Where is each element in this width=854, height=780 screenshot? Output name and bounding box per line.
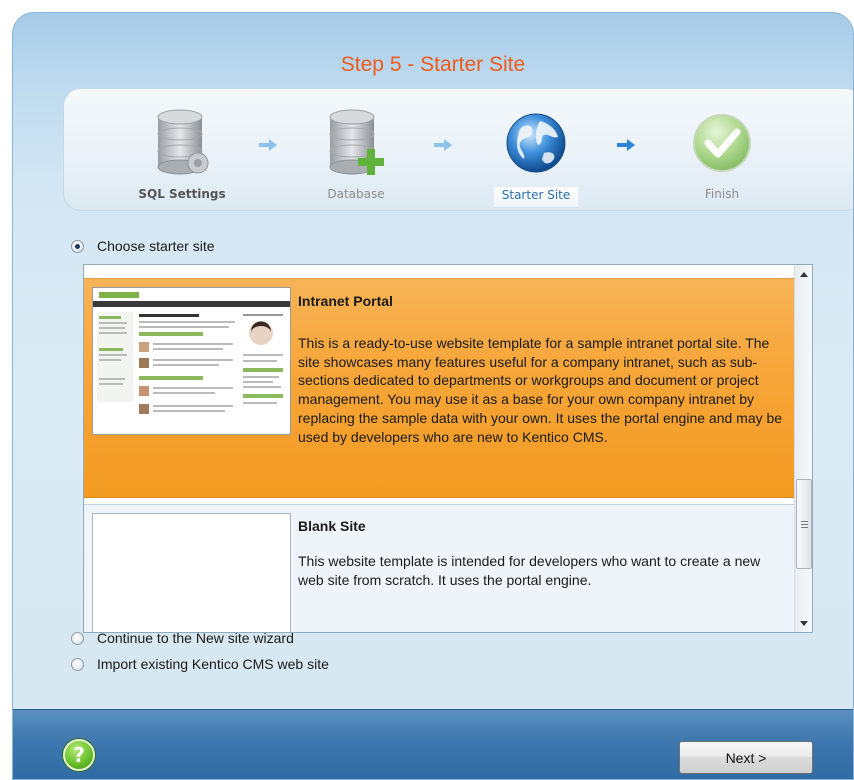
scroll-down-button[interactable] — [795, 614, 812, 632]
step-label: SQL Settings — [138, 187, 226, 201]
step-label: Starter Site — [476, 187, 596, 208]
radio-button[interactable] — [71, 657, 84, 671]
site-description: This website template is intended for de… — [298, 553, 761, 588]
database-gear-icon — [157, 109, 209, 175]
starter-site-list[interactable]: Intranet Portal This is a ready-to-use w… — [83, 264, 813, 633]
step-label: Database — [327, 187, 385, 201]
site-name: Blank Site — [298, 518, 366, 534]
new-site-wizard-option[interactable]: Continue to the New site wizard — [71, 630, 294, 646]
arrow-right-icon — [259, 139, 277, 151]
next-button[interactable]: Next > — [679, 741, 813, 774]
database-add-icon — [329, 109, 384, 175]
question-icon[interactable]: ? — [63, 739, 95, 771]
grip-icon — [800, 520, 808, 528]
wizard-footer: ? Next > — [13, 709, 853, 779]
option-label: Import existing Kentico CMS web site — [97, 656, 329, 672]
step-database: Database — [296, 89, 416, 212]
site-thumbnail — [92, 287, 291, 435]
wizard-window: Step 5 - Starter Site SQL Settings Datab… — [12, 12, 854, 780]
step-starter-site: Starter Site — [476, 89, 596, 212]
site-name: Intranet Portal — [298, 293, 393, 309]
globe-icon — [506, 113, 566, 173]
option-label: Continue to the New site wizard — [97, 630, 294, 646]
wizard-title: Step 5 - Starter Site — [340, 53, 526, 76]
site-item-blank-site[interactable]: Blank Site This website template is inte… — [84, 504, 795, 632]
arrow-right-icon — [617, 139, 635, 151]
step-sql-settings: SQL Settings — [122, 89, 242, 212]
choose-starter-site-option[interactable]: Choose starter site — [71, 238, 215, 254]
scroll-up-button[interactable] — [795, 265, 812, 283]
option-label: Choose starter site — [97, 238, 215, 254]
step-label: Finish — [704, 187, 740, 201]
help-glyph: ? — [73, 743, 85, 767]
radio-button[interactable] — [71, 631, 84, 645]
site-thumbnail — [92, 513, 291, 632]
import-site-option[interactable]: Import existing Kentico CMS web site — [71, 656, 329, 672]
scroll-thumb[interactable] — [796, 479, 812, 569]
arrow-right-icon — [434, 139, 452, 151]
radio-button[interactable] — [71, 239, 84, 253]
step-progress-bar: SQL Settings Database Starter Site Finis… — [63, 88, 853, 212]
step-finish: Finish — [662, 89, 782, 212]
vertical-scrollbar[interactable] — [794, 265, 812, 632]
chevron-up-icon — [800, 271, 808, 277]
checkmark-icon — [693, 114, 751, 172]
site-description: This is a ready-to-use website template … — [298, 335, 783, 445]
chevron-down-icon — [800, 620, 808, 626]
site-item-intranet-portal[interactable]: Intranet Portal This is a ready-to-use w… — [84, 278, 795, 498]
site-preview-image — [93, 288, 290, 434]
